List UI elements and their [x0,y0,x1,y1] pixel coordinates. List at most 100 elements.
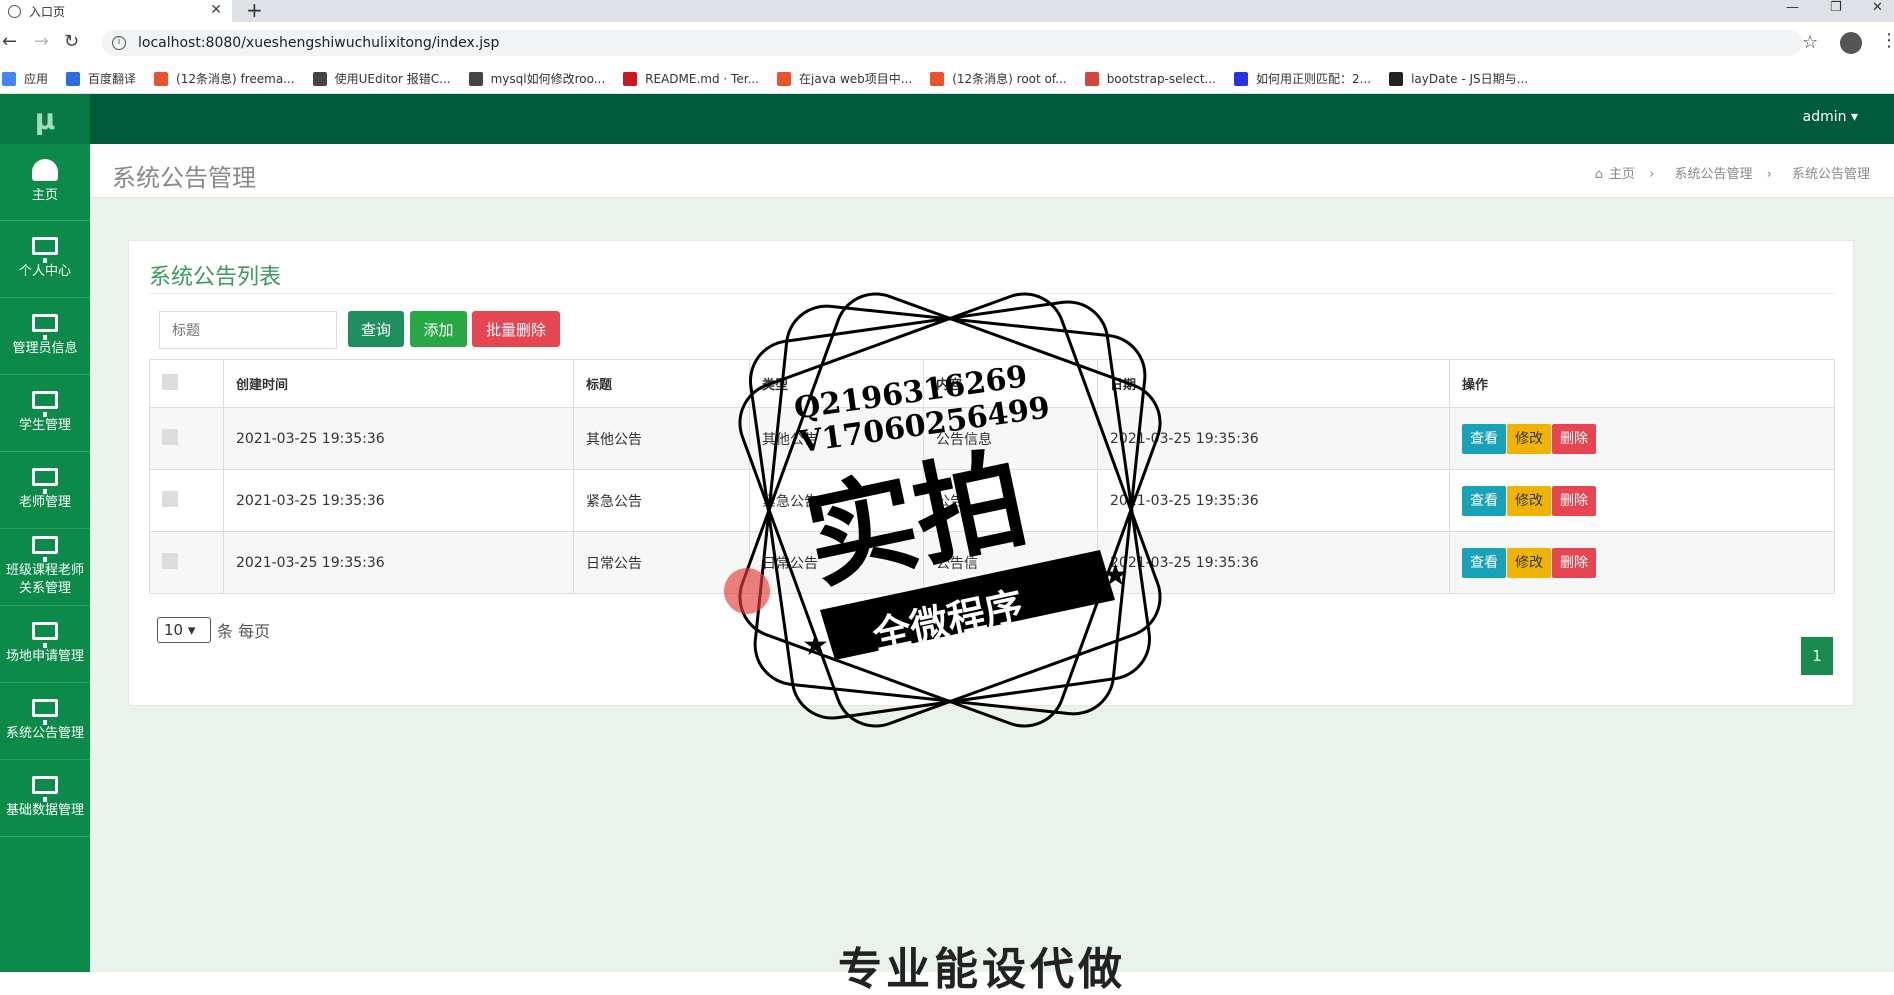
sidebar-item[interactable]: 场地申请管理 [0,606,90,683]
card-title: 系统公告列表 [149,265,282,290]
bookmark-label: 百度翻译 [88,72,137,86]
per-page-select[interactable]: 10 ▾ [157,617,211,643]
minimize-icon[interactable]: — [1786,0,1799,15]
tab-title: 入口页 [29,4,66,19]
add-button[interactable]: 添加 [410,311,467,347]
breadcrumb-home[interactable]: 主页 [1609,167,1635,182]
breadcrumb-level2: 系统公告管理 [1791,167,1870,182]
bookmarks-bar: 应用 百度翻译 (12条消息) freema... 使用UEditor 报错C... m… [0,64,1894,94]
new-tab-button[interactable]: + [246,0,263,20]
bookmark-item[interactable]: 使用UEditor 报错C... [312,70,451,87]
content-cell: 公告信息 [923,407,1098,470]
sidebar: μ 主页个人中心管理员信息 学生管理 老师管理班级课程老师关系管理场地申请管理系统公… [0,94,90,972]
sidebar-item-label: 场地申请管理 [5,649,84,664]
view-button[interactable]: 查看 [1462,485,1506,516]
title-search-input[interactable] [159,311,337,349]
sidebar-item-label: 个人中心 [18,264,71,279]
url-field[interactable]: i localhost:8080/xueshengshiwuchulixiton… [102,30,1802,56]
created-cell: 2021-03-25 19:35:36 [223,531,574,594]
monitor-icon [32,314,58,340]
info-icon[interactable]: i [112,36,126,50]
bookmark-item[interactable]: 应用 [2,70,48,87]
sidebar-item[interactable]: 老师管理 [0,452,90,529]
view-button[interactable]: 查看 [1462,547,1506,578]
sidebar-item[interactable]: 系统公告管理 [0,683,90,760]
bookmark-item[interactable]: (12条消息) freema... [154,70,295,87]
monitor-icon [32,622,58,648]
breadcrumb-level1[interactable]: 系统公告管理 [1674,167,1752,182]
sidebar-item[interactable]: 学生管理 [0,375,90,452]
delete-button[interactable]: 删除 [1552,547,1596,578]
restore-icon[interactable]: ❐ [1830,0,1842,15]
bookmark-label: bootstrap-select... [1106,71,1216,86]
notice-list-card: 系统公告列表 查询 添加 批量删除 创建时间 标题 类型 内容 日期 操作 20… [128,240,1854,706]
per-page-control: 10 ▾ 条 每页 [157,617,270,643]
row-checkbox[interactable] [162,490,178,507]
column-header: 类型 [749,359,924,408]
bookmark-item[interactable]: 百度翻译 [66,70,136,87]
bookmark-star-icon[interactable]: ☆ [1802,32,1818,53]
close-window-icon[interactable]: ✕ [1872,0,1883,15]
main-content: 系统公告列表 查询 添加 批量删除 创建时间 标题 类型 内容 日期 操作 20… [90,198,1894,972]
view-button[interactable]: 查看 [1462,423,1506,454]
row-checkbox[interactable] [162,428,178,445]
column-header: 操作 [1449,359,1835,408]
bookmark-item[interactable]: README.md · Ter... [623,71,759,86]
delete-button[interactable]: 删除 [1552,423,1596,454]
user-menu[interactable]: admin ▾ [1803,109,1858,125]
edit-button[interactable]: 修改 [1507,485,1551,516]
bookmark-label: 应用 [24,72,49,86]
column-header: 内容 [923,359,1098,408]
delete-button[interactable]: 删除 [1552,485,1596,516]
page-title: 系统公告管理 [112,164,256,192]
menu-kebab-icon[interactable]: ⋮ [1880,30,1894,51]
account-avatar-icon[interactable] [1840,32,1862,54]
row-checkbox[interactable] [162,552,178,569]
sidebar-item[interactable]: 个人中心 [0,221,90,298]
sidebar-item[interactable]: 班级课程老师关系管理 [0,529,90,606]
reload-icon[interactable]: ↻ [64,31,79,52]
close-tab-icon[interactable]: ✕ [210,2,222,18]
bookmark-favicon-icon [1084,71,1099,86]
forward-icon[interactable]: → [34,31,49,52]
page-header: 系统公告管理 ⌂ 主页 › 系统公告管理 › 系统公告管理 [90,144,1894,198]
created-cell: 2021-03-25 19:35:36 [223,469,574,532]
browser-tab-strip: 入口页 ✕ + — ❐ ✕ [0,0,1894,22]
column-header: 日期 [1097,359,1450,408]
sidebar-item-label: 班级课程老师关系管理 [5,563,84,596]
sidebar-item[interactable]: 管理员信息 [0,298,90,375]
title-cell: 日常公告 [573,531,750,594]
click-cursor-indicator [724,568,770,614]
bookmark-item[interactable]: 如何用正则匹配：2... [1233,70,1371,87]
sidebar-item[interactable]: 基础数据管理 [0,760,90,837]
back-icon[interactable]: ← [2,31,17,52]
breadcrumb-separator: › [1766,167,1772,182]
bookmark-item[interactable]: 在java web项目中... [777,70,912,87]
batch-delete-button[interactable]: 批量删除 [472,311,560,347]
table-row: 2021-03-25 19:35:36 日常公告 日常公告 公告信 2021-03-25… [149,531,1835,594]
query-button[interactable]: 查询 [348,311,404,347]
bookmark-favicon-icon [1389,71,1404,86]
url-text: localhost:8080/xueshengshiwuchulixitong/… [138,35,500,51]
browser-tab[interactable]: 入口页 ✕ [0,0,232,22]
bookmark-favicon-icon [154,71,169,86]
bookmark-favicon-icon [930,71,945,86]
type-cell: 日常公告 [749,531,924,594]
bookmark-item[interactable]: mysql如何修改roo... [468,70,605,87]
edit-button[interactable]: 修改 [1507,547,1551,578]
content-cell: 公告信 [923,531,1098,594]
bookmark-item[interactable]: layDate - JS日期与... [1389,70,1528,87]
home-icon: ⌂ [1594,167,1603,182]
bookmark-favicon-icon [66,71,81,86]
address-bar-row: ← → ↻ i localhost:8080/xueshengshiwuchul… [0,22,1894,64]
edit-button[interactable]: 修改 [1507,423,1551,454]
app-logo[interactable]: μ [0,94,90,144]
bookmark-item[interactable]: (12条消息) root of... [930,70,1067,87]
row-select-cell [149,407,224,470]
bookmark-item[interactable]: bootstrap-select... [1084,71,1216,86]
date-cell: 2021-03-25 19:35:36 [1097,531,1450,594]
select-all-cell [149,359,224,408]
select-all-checkbox[interactable] [162,373,178,390]
sidebar-item[interactable]: 主页 [0,144,90,221]
page-1-button[interactable]: 1 [1801,637,1833,675]
